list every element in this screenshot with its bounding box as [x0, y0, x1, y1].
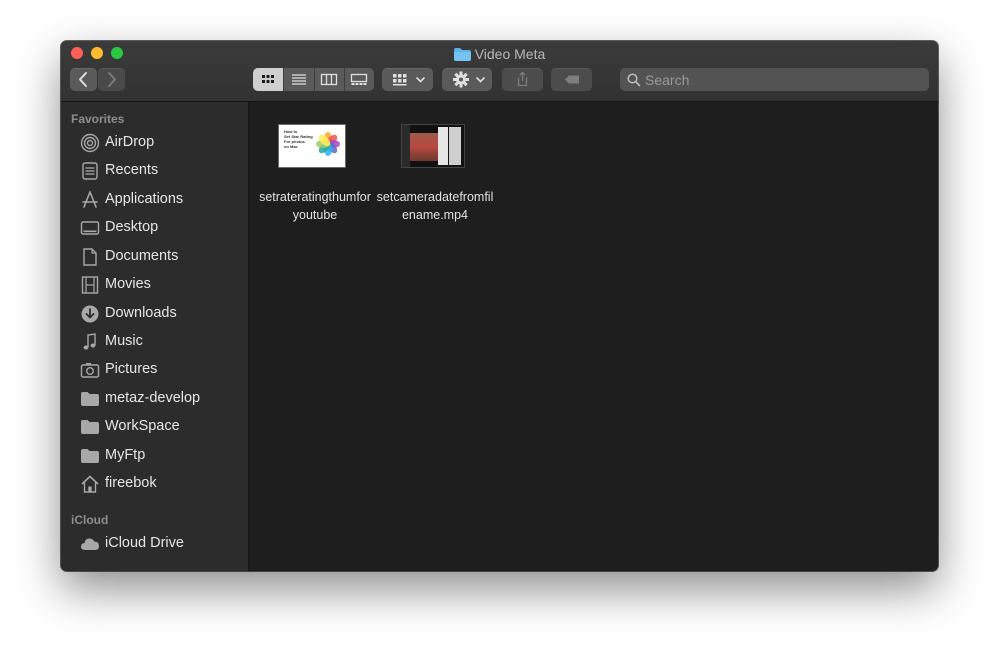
sidebar-item-label: metaz-develop	[105, 390, 201, 406]
sidebar-item-label: Downloads	[105, 305, 177, 321]
tag-icon	[565, 75, 579, 84]
cloud-icon	[81, 538, 99, 550]
recents-icon	[82, 162, 98, 180]
columns-icon	[320, 73, 338, 86]
music-icon	[83, 333, 96, 350]
file-name: setcameradatefromfilename.mp4	[376, 190, 494, 222]
list-view-button[interactable]	[284, 68, 315, 91]
sidebar-item-downloads[interactable]: Downloads	[61, 301, 247, 327]
pictures-icon	[80, 363, 100, 378]
applications-icon	[82, 191, 98, 208]
movies-icon	[81, 276, 99, 294]
search-input[interactable]	[645, 68, 915, 91]
home-icon	[81, 475, 99, 493]
folder-icon	[81, 449, 99, 463]
sidebar-section-icloud: iCloud	[71, 513, 109, 527]
sidebar-item-label: Recents	[105, 162, 159, 178]
window-title-text: Video Meta	[474, 46, 546, 62]
window-title: Video Meta	[61, 45, 938, 63]
sidebar-item-label: Music	[105, 333, 143, 349]
documents-icon	[83, 248, 97, 266]
forward-button[interactable]	[98, 68, 125, 91]
gear-icon	[453, 71, 485, 88]
gallery-icon	[350, 73, 368, 85]
sidebar-item-desktop[interactable]: Desktop	[61, 215, 247, 241]
sidebar-section-favorites: Favorites	[71, 112, 125, 126]
sidebar-item-metaz-develop[interactable]: metaz-develop	[61, 386, 247, 412]
thumb-line: on Mac	[284, 144, 298, 149]
file-name: setrateratingthumforyoutube	[259, 190, 371, 222]
search-field[interactable]	[620, 68, 929, 91]
sidebar-item-label: WorkSpace	[105, 418, 180, 434]
group-by-button[interactable]	[382, 68, 433, 91]
sidebar-item-applications[interactable]: Applications	[61, 187, 247, 213]
airdrop-icon	[80, 133, 100, 153]
video-thumbnail	[401, 124, 465, 168]
folder-icon	[81, 420, 99, 434]
search-icon	[627, 73, 641, 87]
desktop-icon	[80, 221, 100, 235]
view-mode-control	[253, 68, 374, 91]
sidebar-item-recents[interactable]: Recents	[61, 158, 247, 184]
sidebar-item-label: Pictures	[105, 361, 158, 377]
folder-icon	[81, 392, 99, 406]
sidebar-item-fireebok[interactable]: fireebok	[61, 471, 247, 497]
sidebar-item-pictures[interactable]: Pictures	[61, 357, 247, 383]
sidebar-item-label: MyFtp	[105, 447, 146, 463]
gallery-view-button[interactable]	[344, 68, 374, 91]
group-grid-icon	[393, 74, 425, 86]
chevron-left-icon	[79, 72, 87, 87]
grid-icon	[262, 75, 274, 83]
sidebar-item-label: Applications	[105, 191, 184, 207]
sidebar: Favorites AirDrop Recents Applications D…	[61, 102, 249, 571]
icon-view-button[interactable]	[253, 68, 284, 91]
downloads-icon	[81, 305, 99, 323]
sidebar-item-label: Documents	[105, 248, 179, 264]
sidebar-item-documents[interactable]: Documents	[61, 244, 247, 270]
sidebar-item-music[interactable]: Music	[61, 329, 247, 355]
sidebar-item-movies[interactable]: Movies	[61, 272, 247, 298]
sidebar-item-label: Desktop	[105, 219, 159, 235]
file-browser: How to Set Star Rating For photos on Mac	[249, 102, 938, 571]
title-bar: Video Meta	[61, 41, 938, 102]
sidebar-item-icloud-drive[interactable]: iCloud Drive	[61, 531, 247, 557]
share-icon	[517, 71, 528, 87]
sidebar-item-airdrop[interactable]: AirDrop	[61, 130, 247, 156]
file-thumbnail: How to Set Star Rating For photos on Mac	[278, 124, 346, 168]
finder-window: Video Meta Search Favorites AirDrop Rece…	[61, 41, 938, 571]
sidebar-item-label: fireebok	[105, 475, 157, 491]
sidebar-item-workspace[interactable]: WorkSpace	[61, 414, 247, 440]
share-button[interactable]	[502, 68, 543, 91]
sidebar-item-label: Movies	[105, 276, 151, 292]
photos-flower-icon	[316, 132, 340, 156]
action-menu-button[interactable]	[442, 68, 492, 91]
folder-icon	[453, 47, 471, 65]
column-view-button[interactable]	[314, 68, 345, 91]
list-icon	[292, 74, 306, 85]
chevron-right-icon	[108, 72, 116, 87]
sidebar-item-label: AirDrop	[105, 134, 155, 150]
sidebar-item-label: iCloud Drive	[105, 535, 184, 551]
sidebar-item-myftp[interactable]: MyFtp	[61, 443, 247, 469]
tags-button[interactable]	[551, 68, 592, 91]
back-button[interactable]	[70, 68, 97, 91]
